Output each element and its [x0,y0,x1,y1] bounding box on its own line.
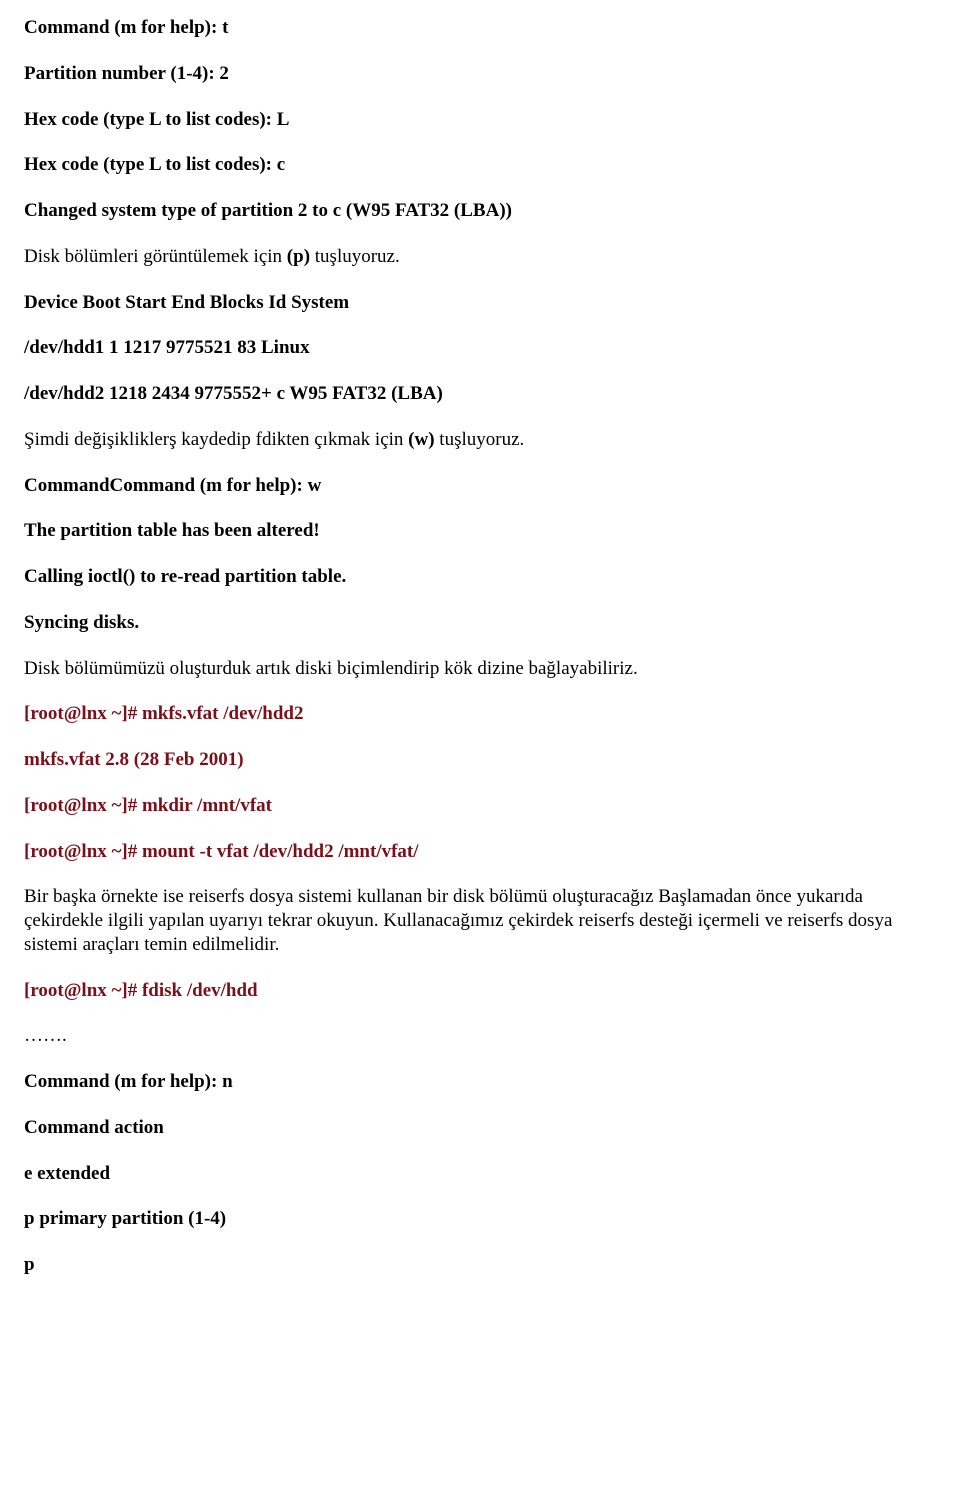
command-w: CommandCommand (m for help): w [24,474,936,498]
p-input: p [24,1253,936,1277]
reiserfs-description: Bir başka örnekte ise reiserfs dosya sis… [24,885,936,956]
disk-bolumu-text: Disk bölümümüzü oluşturduk artık diski b… [24,657,936,681]
text-span: Şimdi değişikliklerş kaydedip fdikten çı… [24,429,408,450]
e-extended: e extended [24,1162,936,1186]
mkfs-vfat-cmd: [root@lnx ~]# mkfs.vfat /dev/hdd2 [24,702,936,726]
dev-hdd2: /dev/hdd2 1218 2434 9775552+ c W95 FAT32… [24,382,936,406]
mkfs-vfat-version: mkfs.vfat 2.8 (28 Feb 2001) [24,748,936,772]
mount-cmd: [root@lnx ~]# mount -t vfat /dev/hdd2 /m… [24,840,936,864]
device-boot-header: Device Boot Start End Blocks Id System [24,291,936,315]
key-p: (p) [287,246,310,267]
changed-system-type: Changed system type of partition 2 to c … [24,199,936,223]
cmd-help-t: Command (m for help): t [24,16,936,40]
syncing-disks: Syncing disks. [24,611,936,635]
text-span: tuşluyoruz. [435,429,525,450]
ellipsis: ……. [24,1024,936,1048]
calling-ioctl: Calling ioctl() to re-read partition tab… [24,565,936,589]
dev-hdd1: /dev/hdd1 1 1217 9775521 83 Linux [24,336,936,360]
cmd-help-n: Command (m for help): n [24,1070,936,1094]
disk-bolumleri-text: Disk bölümleri görüntülemek için (p) tuş… [24,245,936,269]
key-w: (w) [408,429,434,450]
hex-code-l: Hex code (type L to list codes): L [24,108,936,132]
fdisk-cmd: [root@lnx ~]# fdisk /dev/hdd [24,979,936,1003]
partition-number: Partition number (1-4): 2 [24,62,936,86]
p-primary: p primary partition (1-4) [24,1207,936,1231]
text-span: tuşluyoruz. [310,246,400,267]
simdi-degisiklik-text: Şimdi değişikliklerş kaydedip fdikten çı… [24,428,936,452]
text-span: Disk bölümleri görüntülemek için [24,246,287,267]
partition-altered: The partition table has been altered! [24,519,936,543]
command-action: Command action [24,1116,936,1140]
mkdir-cmd: [root@lnx ~]# mkdir /mnt/vfat [24,794,936,818]
hex-code-c: Hex code (type L to list codes): c [24,153,936,177]
